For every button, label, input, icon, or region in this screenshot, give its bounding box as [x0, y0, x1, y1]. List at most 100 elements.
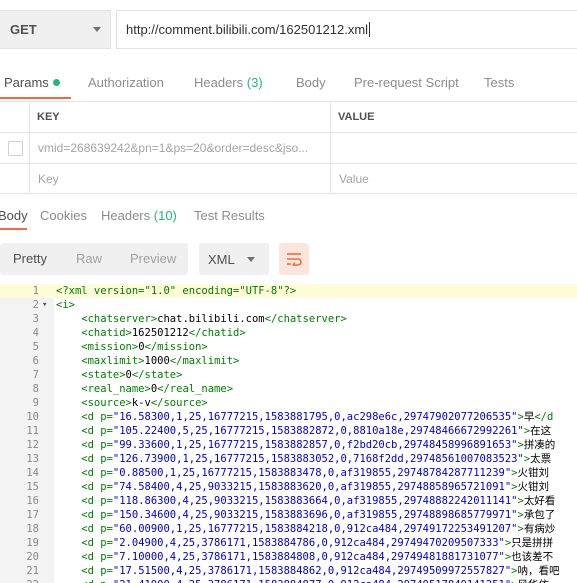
request-bar: GET http://comment.bilibili.com/16250121… [0, 10, 577, 49]
chevron-down-icon [93, 27, 101, 32]
code-line: 15 <d p="74.58400,4,25,9033215,158388362… [0, 480, 577, 494]
tab-headers[interactable]: Headers (3) [194, 75, 263, 90]
code-line: 8 <real_name>0</real_name> [0, 382, 577, 396]
tab-response-headers[interactable]: Headers (10) [101, 208, 177, 223]
line-number: 20 [26, 551, 39, 563]
code-text: <d p="16.58300,1,25,16777215,1583881795,… [56, 411, 554, 423]
tab-pre-request-script[interactable]: Pre-request Script [354, 75, 459, 90]
code-line: 6 <maxlimit>1000</maxlimit> [0, 354, 577, 368]
view-mode-group: Pretty Raw Preview [0, 243, 188, 275]
wrap-lines-button[interactable] [279, 243, 309, 275]
new-key-input[interactable]: Key [38, 164, 59, 193]
response-tabs: Body Cookies Headers (10) Test Results [0, 200, 577, 230]
wrap-lines-icon [287, 253, 302, 266]
code-text: <d p="0.88500,1,25,16777215,1583883478,0… [56, 467, 549, 479]
code-text: <d p="105.22400,5,25,16777215,1583882872… [56, 425, 552, 437]
line-number: 9 [32, 397, 39, 409]
tab-test-results[interactable]: Test Results [194, 208, 265, 223]
line-number: 15 [26, 481, 39, 493]
line-number: 3 [32, 313, 39, 325]
param-value-input[interactable] [338, 133, 577, 163]
line-number: 21 [26, 565, 39, 577]
line-number: 4 [32, 327, 39, 339]
code-line: 12 <d p="99.33600,1,25,16777215,15838828… [0, 438, 577, 452]
line-number: 1 [32, 285, 39, 297]
line-number: 5 [32, 341, 39, 353]
line-number: 14 [26, 467, 39, 479]
code-line: 13 <d p="126.73900,1,25,16777215,1583883… [0, 452, 577, 466]
chevron-down-icon [247, 257, 255, 262]
tab-tests-label: Tests [484, 75, 515, 90]
code-line: 14 <d p="0.88500,1,25,16777215,158388347… [0, 466, 577, 480]
pretty-button[interactable]: Pretty [13, 251, 47, 266]
tab-body[interactable]: Body [296, 75, 326, 90]
code-text: <d p="118.86300,4,25,9033215,1583883664,… [56, 495, 556, 507]
code-text: <maxlimit>1000</maxlimit> [56, 355, 240, 367]
line-number: 7 [32, 369, 39, 381]
code-line: 16 <d p="118.86300,4,25,9033215,15838836… [0, 494, 577, 508]
code-text: <d p="7.10000,4,25,3786171,1583884808,0,… [56, 551, 554, 563]
code-line: 17 <d p="150.34600,4,25,9033215,15838836… [0, 508, 577, 522]
params-row: vmid=268639242&pn=1&ps=20&order=desc&jso… [0, 133, 577, 164]
fold-toggle-icon[interactable]: ▾ [42, 298, 47, 312]
tab-headers-count: (3) [246, 75, 263, 90]
tab-response-body[interactable]: Body [0, 208, 28, 223]
tab-response-headers-count: (10) [153, 208, 177, 223]
request-tabs: Params Authorization Headers (3) Body Pr… [0, 66, 577, 100]
param-enable-checkbox[interactable] [8, 141, 23, 156]
line-number: 8 [32, 383, 39, 395]
code-line: 18 <d p="60.00900,1,25,16777215,15838842… [0, 522, 577, 536]
tab-cookies-label: Cookies [40, 208, 87, 223]
tab-params[interactable]: Params [4, 75, 60, 90]
tab-headers-label: Headers [194, 75, 244, 90]
value-column-header: VALUE [338, 111, 375, 123]
params-new-row: Key Value [0, 164, 577, 194]
raw-button[interactable]: Raw [76, 251, 102, 266]
preview-button[interactable]: Preview [130, 251, 176, 266]
code-text: <d p="21.41900,4,25,3786171,1583884877,0… [56, 578, 549, 583]
method-label: GET [10, 22, 37, 37]
code-line: 21 <d p="17.51500,4,25,3786171,158388486… [0, 564, 577, 578]
line-number: 13 [26, 453, 39, 465]
active-response-tab-indicator [0, 228, 27, 230]
method-select[interactable]: GET [0, 10, 111, 49]
params-table: KEY VALUE vmid=268639242&pn=1&ps=20&orde… [0, 101, 577, 194]
code-text: <state>0</state> [56, 369, 183, 381]
line-number: 17 [26, 509, 39, 521]
line-number: 16 [26, 495, 39, 507]
tab-tests[interactable]: Tests [484, 75, 514, 90]
tab-test-results-label: Test Results [194, 208, 265, 223]
line-number: 19 [26, 537, 39, 549]
tab-cookies[interactable]: Cookies [40, 208, 87, 223]
line-number: 2 [32, 299, 39, 311]
param-key-input[interactable]: vmid=268639242&pn=1&ps=20&order=desc&jso… [38, 133, 308, 163]
code-line: 3 <chatserver>chat.bilibili.com</chatser… [0, 312, 577, 326]
code-line: 4 <chatid>162501212</chatid> [0, 326, 577, 340]
code-text: <d p="126.73900,1,25,16777215,1583883052… [56, 453, 552, 465]
response-body-editor[interactable]: 1 <?xml version="1.0" encoding="UTF-8"?> 2… [0, 284, 577, 583]
code-text: <chatid>162501212</chatid> [56, 327, 246, 339]
text-cursor [369, 22, 371, 37]
line-number: 10 [26, 411, 39, 423]
url-input[interactable]: http://comment.bilibili.com/162501212.xm… [116, 10, 577, 49]
code-line: 19 <d p="2.04900,4,25,3786171,1583884786… [0, 536, 577, 550]
url-text: http://comment.bilibili.com/162501212.xm… [126, 22, 369, 37]
new-value-input[interactable]: Value [339, 164, 369, 193]
tab-authorization[interactable]: Authorization [88, 75, 164, 90]
code-text: <d p="60.00900,1,25,16777215,1583884218,… [56, 523, 556, 535]
active-tab-indicator [0, 97, 71, 99]
status-dot-icon [52, 79, 60, 86]
tab-params-label: Params [4, 75, 49, 90]
code-text: <i> [56, 299, 75, 311]
line-number: 22 [0, 578, 39, 583]
line-number: 18 [26, 523, 39, 535]
code-text: <?xml version="1.0" encoding="UTF-8"?> [56, 285, 297, 297]
line-number: 6 [32, 355, 39, 367]
code-text: <mission>0</mission> [56, 341, 208, 353]
tab-pre-request-script-label: Pre-request Script [354, 75, 459, 90]
code-text: <real_name>0</real_name> [56, 383, 234, 395]
language-label: XML [208, 251, 235, 267]
params-header-row: KEY VALUE [0, 102, 577, 133]
key-column-header: KEY [37, 111, 60, 123]
language-select[interactable]: XML [199, 243, 269, 275]
